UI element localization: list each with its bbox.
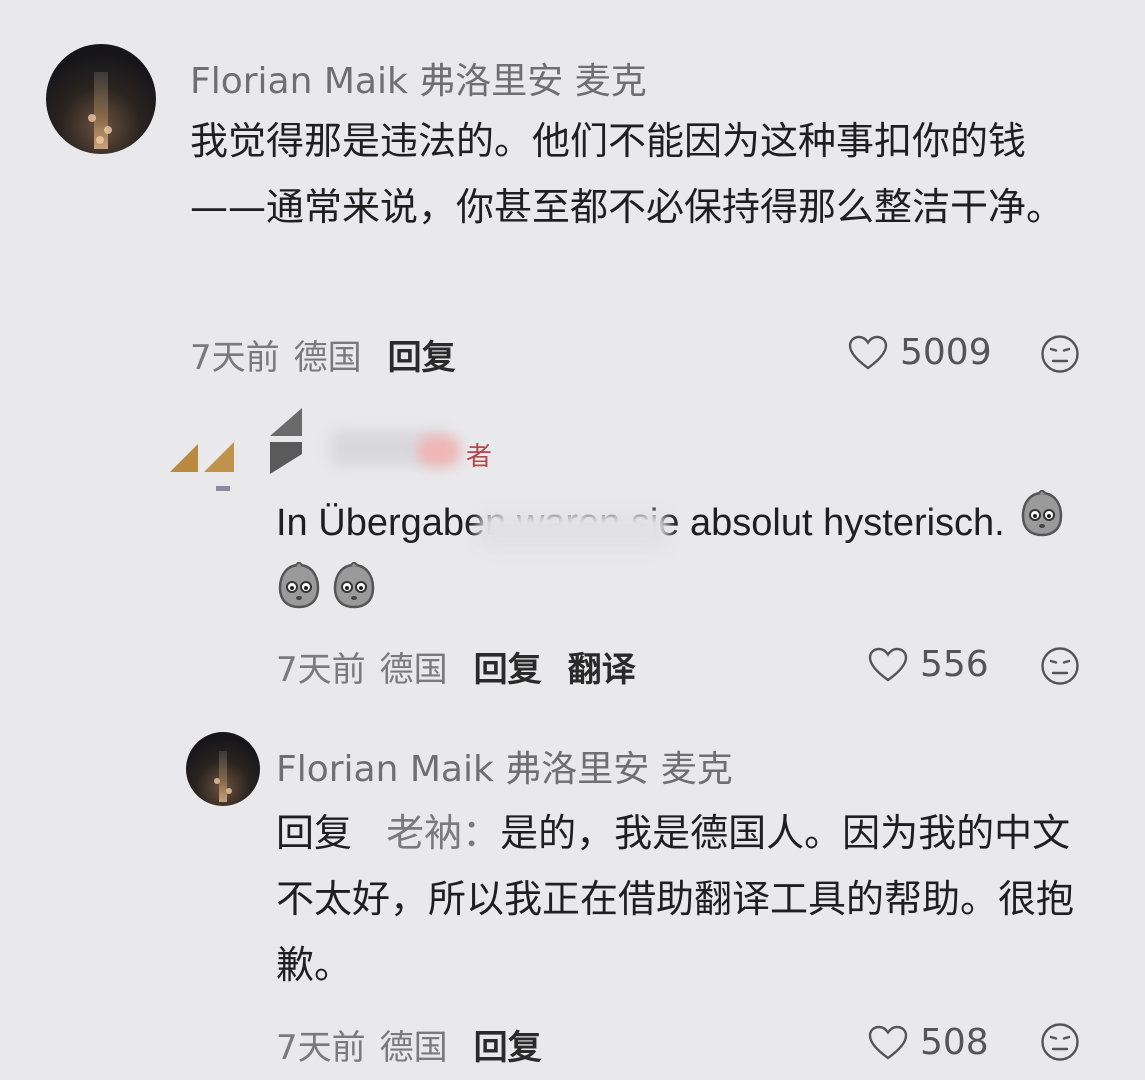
reply-to-user[interactable]: 老衲：	[386, 811, 500, 855]
heart-outline-icon	[848, 335, 888, 369]
neutral-face-icon[interactable]	[1040, 1022, 1080, 1062]
comment-meta: 7天前 德国 回复	[276, 1020, 542, 1069]
heart-outline-icon	[868, 647, 908, 681]
neutral-face-icon[interactable]	[1040, 334, 1080, 374]
heart-outline-icon	[868, 1025, 908, 1059]
comment-meta: 7天前 德国 回复 翻译	[276, 642, 636, 691]
location: 德国	[293, 338, 362, 378]
reply-button[interactable]: 回复	[474, 642, 542, 691]
translate-button[interactable]: 翻译	[568, 642, 636, 691]
avatar-logo[interactable]	[168, 406, 308, 496]
timestamp: 7天前	[276, 650, 366, 690]
blurred-text	[478, 512, 668, 550]
timestamp: 7天前	[276, 1028, 366, 1068]
avatar[interactable]	[186, 732, 260, 806]
reply-button[interactable]: 回复	[474, 1020, 542, 1069]
comment-text: In Übergaben waren sie absolut hysterisc…	[276, 489, 1096, 559]
ghost-face-emoji	[1019, 489, 1065, 559]
comment-text: 我觉得那是违法的。他们不能因为这种事扣你的钱——通常来说，你甚至都不必保持得那么…	[190, 119, 1065, 229]
like-button[interactable]: 508	[868, 1022, 989, 1063]
reply-button[interactable]: 回复	[388, 330, 456, 379]
like-count: 508	[920, 1022, 989, 1063]
like-button[interactable]: 5009	[848, 332, 992, 373]
neutral-face-icon[interactable]	[1040, 646, 1080, 686]
username[interactable]: Florian Maik 弗洛里安 麦克	[190, 52, 647, 104]
location: 德国	[379, 1028, 448, 1068]
comment-text: 回复 老衲：是的，我是德国人。因为我的中文不太好，所以我正在借助翻译工具的帮助。…	[276, 800, 1086, 998]
timestamp: 7天前	[190, 338, 280, 378]
comment-meta: 7天前 德国 回复	[190, 330, 456, 379]
like-count: 556	[920, 644, 989, 685]
ghost-face-emoji	[331, 560, 377, 614]
ghost-face-emoji	[276, 560, 322, 614]
like-button[interactable]: 556	[868, 644, 989, 685]
reply-prefix: 回复	[276, 811, 353, 855]
location: 德国	[379, 650, 448, 690]
username[interactable]: Florian Maik 弗洛里安 麦克	[276, 740, 733, 792]
avatar[interactable]	[46, 44, 156, 154]
like-count: 5009	[900, 332, 992, 373]
blurred-username	[418, 436, 460, 466]
emoji-row	[276, 560, 377, 614]
author-badge: 者	[466, 442, 493, 472]
